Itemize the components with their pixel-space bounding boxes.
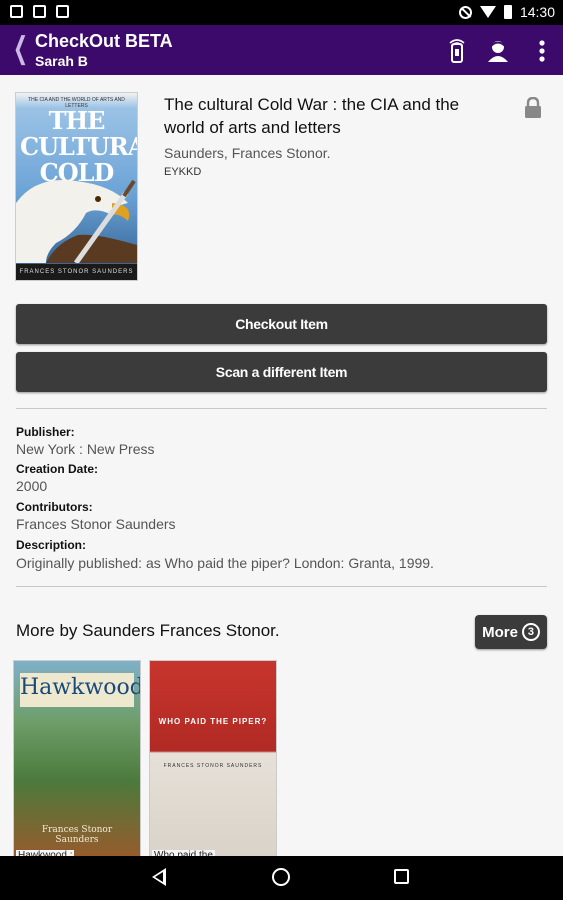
scan-different-item-button[interactable]: Scan a different Item xyxy=(16,352,547,392)
wifi-icon xyxy=(479,6,496,18)
app-title: CheckOut BETA xyxy=(35,31,173,51)
screenshot-icon xyxy=(10,5,23,18)
checkout-item-button[interactable]: Checkout Item xyxy=(16,304,547,344)
item-author: Saunders, Frances Stonor. xyxy=(164,145,331,161)
thumb-cover-title: Hawkwood xyxy=(20,673,140,707)
nav-back-icon[interactable] xyxy=(152,868,166,886)
photo-icon xyxy=(56,5,69,18)
system-icons: 14:30 xyxy=(458,4,555,20)
notification-icons xyxy=(10,5,69,18)
creation-date-value: 2000 xyxy=(16,478,48,494)
thumb-cover-author: Frances Stonor Saunders xyxy=(41,825,113,845)
overflow-menu-icon[interactable] xyxy=(532,38,552,64)
more-count-badge: 3 xyxy=(521,623,540,641)
thumb-cover-title: WHO PAID THE PIPER? xyxy=(158,717,268,726)
navigation-bar xyxy=(0,856,563,900)
book-cover: THE CIA AND THE WORLD OF ARTS AND LETTER… xyxy=(16,93,137,280)
creation-date-label: Creation Date: xyxy=(16,462,99,476)
cover-author: FRANCES STONOR SAUNDERS xyxy=(16,264,137,280)
nav-home-icon[interactable] xyxy=(272,868,290,886)
item-title: The cultural Cold War : the CIA and the … xyxy=(164,95,460,137)
item-code: EYKKD xyxy=(164,166,202,178)
publisher-value: New York : New Press xyxy=(16,441,155,457)
back-chevron-icon[interactable]: ❮ xyxy=(13,34,28,64)
phone-scan-icon[interactable] xyxy=(445,38,469,64)
contributors-value: Frances Stonor Saunders xyxy=(16,516,176,532)
eagle-illustration xyxy=(16,179,137,263)
sd-card-icon xyxy=(33,5,46,18)
description-label: Description: xyxy=(16,538,87,552)
thumb-cover-author: FRANCES STONOR SAUNDERS xyxy=(163,763,263,769)
related-item-card[interactable]: WHO PAID THE PIPER? FRANCES STONOR SAUND… xyxy=(150,661,276,861)
battery-icon xyxy=(503,5,512,19)
app-bar: ❮ CheckOut BETA Sarah B xyxy=(0,25,563,75)
nav-recents-icon[interactable] xyxy=(394,869,409,884)
contributors-label: Contributors: xyxy=(16,500,93,514)
do-not-disturb-icon xyxy=(458,5,472,19)
status-time: 14:30 xyxy=(519,4,555,20)
related-item-card[interactable]: Hawkwood Frances Stonor Saunders Hawkwoo… xyxy=(14,661,140,861)
description-value: Originally published: as Who paid the pi… xyxy=(16,555,434,571)
more-button[interactable]: More 3 xyxy=(475,615,547,649)
more-by-heading: More by Saunders Frances Stonor. xyxy=(16,621,280,640)
divider xyxy=(16,586,547,587)
user-name: Sarah B xyxy=(35,53,88,69)
divider xyxy=(16,408,547,409)
status-bar: 14:30 xyxy=(0,0,563,25)
publisher-label: Publisher: xyxy=(16,425,75,439)
lock-icon xyxy=(525,97,541,118)
more-button-label: More xyxy=(482,623,518,641)
account-icon[interactable] xyxy=(486,38,510,64)
